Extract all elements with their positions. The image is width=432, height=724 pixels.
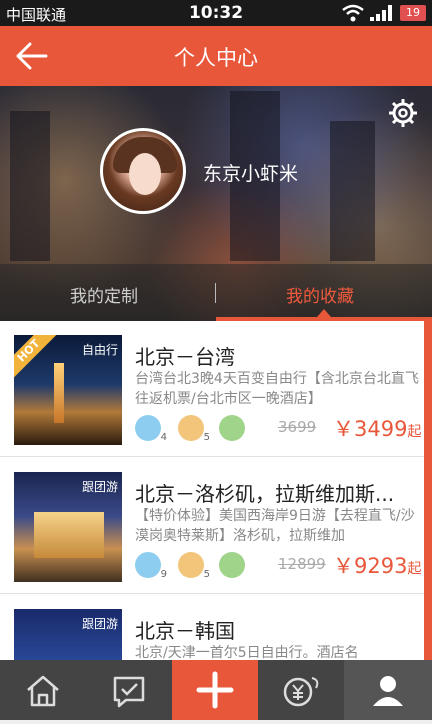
favorites-list[interactable]: HOT 自由行 北京－台湾 台湾台北3晚4天百变自由行【含北京台北直飞往返机票/… xyxy=(0,321,432,660)
tab-my-favorites[interactable]: 我的收藏 xyxy=(286,282,354,307)
tab-my-custom[interactable]: 我的定制 xyxy=(70,282,138,307)
hotel-icon: 5 xyxy=(178,552,210,580)
tour-thumbnail: HOT 自由行 xyxy=(14,335,122,445)
finance-icon xyxy=(283,677,319,707)
original-price: 3699 xyxy=(278,418,317,436)
tab-messages[interactable] xyxy=(86,660,172,720)
battery-icon: 19 xyxy=(400,5,426,21)
plane-icon xyxy=(219,415,245,441)
price-value: ￥9293 xyxy=(333,554,408,578)
nights-count: 9 xyxy=(160,569,167,580)
tab-finance[interactable] xyxy=(258,660,344,720)
background-building xyxy=(330,121,375,261)
tab-home[interactable] xyxy=(0,660,86,720)
hotel-star: 5 xyxy=(203,432,210,443)
tab-add[interactable] xyxy=(172,660,258,720)
clock-icon: 9 xyxy=(135,552,167,580)
building-graphic xyxy=(34,512,104,558)
profile-header: 东京小虾米 我的定制 我的收藏 xyxy=(0,86,432,321)
bottom-tab-bar xyxy=(0,660,432,720)
sale-price: ￥9293起 xyxy=(333,550,421,580)
price-suffix: 起 xyxy=(407,561,422,577)
tour-type-tag: 跟团游 xyxy=(81,617,118,631)
title-bar: 个人中心 xyxy=(0,26,432,86)
list-item[interactable]: 跟团游 北京－韩国 北京/天津一首尔5日自由行。酒店名 xyxy=(0,595,424,660)
tour-thumbnail: 跟团游 xyxy=(14,472,122,582)
plane-icon xyxy=(219,552,245,578)
price-value: ￥3499 xyxy=(333,417,408,441)
user-icon xyxy=(373,676,403,706)
hotel-icon: 5 xyxy=(178,415,210,443)
home-icon xyxy=(27,675,59,707)
background-building xyxy=(10,111,50,261)
original-price: 12899 xyxy=(278,555,326,573)
tab-me[interactable] xyxy=(344,660,432,720)
tour-title: 北京－韩国 xyxy=(135,619,235,643)
clock-icon: 4 xyxy=(135,415,167,443)
profile-tabs: 我的定制 我的收藏 xyxy=(0,264,432,321)
tour-thumbnail: 跟团游 xyxy=(14,609,122,660)
tour-description: 北京/天津一首尔5日自由行。酒店名 xyxy=(135,645,359,660)
plus-icon xyxy=(196,671,234,709)
list-item[interactable]: 跟团游 北京－洛杉矶，拉斯维加斯... 【特价体验】美国西海岸9日游【去程直飞/… xyxy=(0,458,424,594)
scroll-edge xyxy=(424,321,432,660)
tab-divider xyxy=(215,283,216,303)
nights-count: 4 xyxy=(160,432,167,443)
username: 东京小虾米 xyxy=(203,163,299,185)
tour-title: 北京－洛杉矶，拉斯维加斯... xyxy=(135,482,395,506)
tour-title: 北京－台湾 xyxy=(135,345,235,369)
avatar[interactable] xyxy=(100,128,186,214)
price-suffix: 起 xyxy=(407,424,422,440)
list-item[interactable]: HOT 自由行 北京－台湾 台湾台北3晚4天百变自由行【含北京台北直飞往返机票/… xyxy=(0,321,424,457)
wifi-icon xyxy=(342,4,364,22)
signal-icon xyxy=(370,5,392,21)
avatar-face xyxy=(129,153,161,195)
hot-badge: HOT xyxy=(14,335,60,382)
page-title: 个人中心 xyxy=(174,46,258,70)
tour-type-tag: 自由行 xyxy=(81,343,118,357)
message-icon xyxy=(113,676,145,708)
tour-description: 【特价体验】美国西海岸9日游【去程直飞/沙漠岗奥特莱斯】洛杉矶，拉斯维加 xyxy=(135,508,415,544)
status-bar: 中国联通 10:32 19 xyxy=(0,0,432,26)
active-tab-notch xyxy=(317,309,331,317)
tour-type-tag: 跟团游 xyxy=(81,480,118,494)
hotel-star: 5 xyxy=(203,569,210,580)
clock: 10:32 xyxy=(188,3,244,23)
gear-icon[interactable] xyxy=(388,98,418,128)
sale-price: ￥3499起 xyxy=(333,413,421,443)
tour-description: 台湾台北3晚4天百变自由行【含北京台北直飞往返机票/台北市区一晚酒店】 xyxy=(135,371,419,407)
tower-graphic xyxy=(54,363,64,423)
